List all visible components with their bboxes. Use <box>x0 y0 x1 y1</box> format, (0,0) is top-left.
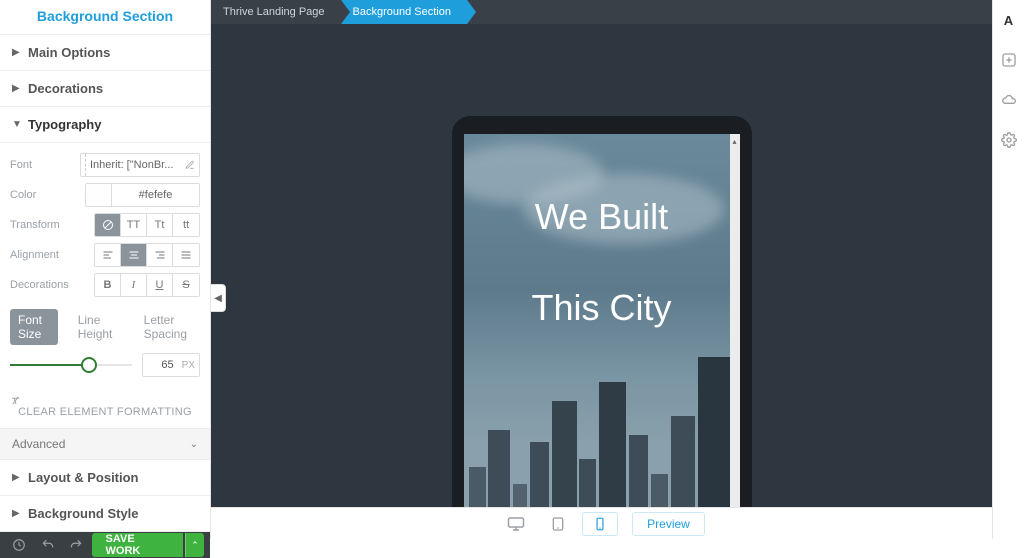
deco-strike[interactable]: S <box>173 274 199 296</box>
save-button[interactable]: SAVE WORK <box>92 533 183 557</box>
canvas: ◀ <box>211 24 992 539</box>
sidebar: Background Section ▶ Main Options ▶ Deco… <box>0 0 211 539</box>
alignment-group <box>94 243 200 267</box>
deco-italic[interactable]: I <box>121 274 147 296</box>
tab-letter-spacing[interactable]: Letter Spacing <box>136 309 200 345</box>
color-input[interactable]: #fefefe <box>85 183 200 207</box>
deco-bold[interactable]: B <box>95 274 121 296</box>
alignment-label: Alignment <box>10 249 80 261</box>
chevron-right-icon: ▶ <box>12 508 22 519</box>
font-value: Inherit: ["NonBr... <box>90 159 181 171</box>
deco-underline[interactable]: U <box>147 274 173 296</box>
cloud-icon[interactable] <box>993 80 1024 120</box>
device-desktop[interactable] <box>498 512 534 536</box>
panel-label: Typography <box>28 117 101 132</box>
clear-formatting[interactable]: CLEAR ELEMENT FORMATTING <box>10 385 200 428</box>
right-rail: A <box>992 0 1024 539</box>
preview-button[interactable]: Preview <box>632 512 705 536</box>
footer: Preview <box>211 507 992 539</box>
sidebar-collapse-handle[interactable]: ◀ <box>211 284 226 312</box>
chevron-down-icon: ▼ <box>12 119 22 130</box>
hero-line2: This City <box>464 285 740 332</box>
device-screen[interactable]: We Built This City ▴ <box>464 134 740 539</box>
hero-line1: We Built <box>464 194 740 241</box>
breadcrumbs: Thrive Landing Page Background Section <box>211 0 992 24</box>
device-mobile[interactable] <box>582 512 618 536</box>
align-left[interactable] <box>95 244 121 266</box>
add-icon[interactable] <box>993 40 1024 80</box>
bottom-bar: SAVE WORK ⌃ <box>0 532 210 558</box>
tab-line-height[interactable]: Line Height <box>70 309 124 345</box>
redo-icon[interactable] <box>63 532 90 558</box>
decorations-group: B I U S <box>94 273 200 297</box>
chevron-right-icon: ▶ <box>12 83 22 94</box>
transform-none[interactable] <box>95 214 121 236</box>
save-expand[interactable]: ⌃ <box>185 533 204 557</box>
chevron-right-icon: ▶ <box>12 472 22 483</box>
transform-lower[interactable]: tt <box>173 214 199 236</box>
decorations-label: Decorations <box>10 279 80 291</box>
color-swatch <box>86 184 112 206</box>
chevron-up-icon: ⌃ <box>191 540 199 551</box>
main-area: Thrive Landing Page Background Section ◀ <box>211 0 992 539</box>
device-tablet[interactable] <box>540 512 576 536</box>
panel-layout-position[interactable]: ▶ Layout & Position <box>0 460 210 496</box>
panel-label: Decorations <box>28 81 103 96</box>
chevron-down-icon: ⌄ <box>190 439 198 450</box>
undo-icon[interactable] <box>35 532 62 558</box>
panel-label: Background Style <box>28 506 139 521</box>
crumb-thrive-landing[interactable]: Thrive Landing Page <box>211 0 341 24</box>
color-label: Color <box>10 189 80 201</box>
panel-main-options[interactable]: ▶ Main Options <box>0 35 210 71</box>
transform-cap[interactable]: Tt <box>147 214 173 236</box>
sidebar-title: Background Section <box>0 0 210 35</box>
history-icon[interactable] <box>6 532 33 558</box>
typography-body: Font Inherit: ["NonBr... Color #fefefe T… <box>0 143 210 428</box>
transform-upper[interactable]: TT <box>121 214 147 236</box>
panel-decorations[interactable]: ▶ Decorations <box>0 71 210 107</box>
hero-text[interactable]: We Built This City <box>464 194 740 332</box>
panel-label: Main Options <box>28 45 110 60</box>
align-center[interactable] <box>121 244 147 266</box>
font-size-unit: PX <box>178 360 199 371</box>
pencil-icon <box>185 160 195 170</box>
align-right[interactable] <box>147 244 173 266</box>
font-size-slider[interactable] <box>10 355 132 375</box>
font-input[interactable]: Inherit: ["NonBr... <box>80 153 200 177</box>
device-frame: We Built This City ▴ <box>452 116 752 539</box>
crumb-background-section[interactable]: Background Section <box>341 0 467 24</box>
align-justify[interactable] <box>173 244 199 266</box>
chevron-right-icon: ▶ <box>12 47 22 58</box>
inner-scrollbar[interactable]: ▴ <box>730 134 740 539</box>
transform-label: Transform <box>10 219 80 231</box>
tab-font-size[interactable]: Font Size <box>10 309 58 345</box>
gear-icon[interactable] <box>993 120 1024 160</box>
color-value: #fefefe <box>112 189 199 201</box>
font-label: Font <box>10 159 80 171</box>
panel-background-style[interactable]: ▶ Background Style <box>0 496 210 532</box>
panel-typography[interactable]: ▼ Typography <box>0 107 210 143</box>
typography-tabs: Font Size Line Height Letter Spacing <box>10 301 200 349</box>
scroll-up-icon: ▴ <box>730 134 740 148</box>
logo-icon[interactable]: A <box>993 0 1024 40</box>
font-size-value: 65 <box>143 359 178 371</box>
transform-group: TT Tt tt <box>94 213 200 237</box>
panel-label: Layout & Position <box>28 470 139 485</box>
font-size-input[interactable]: 65 PX <box>142 353 200 377</box>
advanced-toggle[interactable]: Advanced ⌄ <box>0 428 210 460</box>
advanced-label: Advanced <box>12 437 65 451</box>
